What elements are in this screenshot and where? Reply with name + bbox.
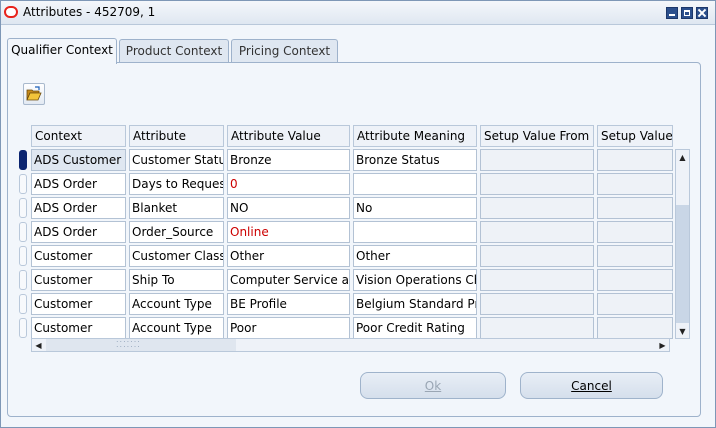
table-cell[interactable]: Belgium Standard Pr: [353, 293, 477, 315]
table-cell[interactable]: [480, 197, 594, 219]
column-header[interactable]: Attribute Meaning: [353, 125, 477, 147]
window-title: Attributes - 452709, 1: [23, 5, 156, 19]
table-cell[interactable]: Ship To: [129, 269, 224, 291]
table-cell[interactable]: [480, 245, 594, 267]
table-cell[interactable]: Account Type: [129, 293, 224, 315]
oracle-app-icon: [4, 6, 18, 18]
table-cell[interactable]: Customer Status: [129, 149, 224, 171]
table-cell[interactable]: Online: [227, 221, 350, 243]
table-cell[interactable]: [597, 245, 673, 267]
table-cell[interactable]: Order_Source: [129, 221, 224, 243]
table-cell[interactable]: Customer: [31, 317, 126, 339]
row-indicator[interactable]: [19, 222, 27, 242]
row-indicator[interactable]: [19, 246, 27, 266]
row-indicator[interactable]: [19, 174, 27, 194]
column-header[interactable]: Attribute Value: [227, 125, 350, 147]
table-cell[interactable]: [480, 317, 594, 339]
table-cell[interactable]: Poor Credit Rating: [353, 317, 477, 339]
table-cell[interactable]: [597, 293, 673, 315]
table-cell[interactable]: [480, 173, 594, 195]
scroll-up-icon[interactable]: ▲: [676, 151, 689, 164]
folder-open-icon: [26, 86, 42, 101]
table-cell[interactable]: Customer: [31, 245, 126, 267]
minimize-icon[interactable]: [666, 7, 678, 19]
column-header[interactable]: Context: [31, 125, 126, 147]
column-header[interactable]: Setup Value: [597, 125, 673, 147]
table-cell[interactable]: [480, 293, 594, 315]
table-cell[interactable]: Bronze Status: [353, 149, 477, 171]
row-indicator[interactable]: [19, 318, 27, 338]
table-cell[interactable]: NO: [227, 197, 350, 219]
table-cell[interactable]: Bronze: [227, 149, 350, 171]
table-cell[interactable]: Customer: [31, 293, 126, 315]
close-icon[interactable]: [696, 7, 708, 19]
row-indicator[interactable]: [19, 150, 27, 170]
table-cell[interactable]: Blanket: [129, 197, 224, 219]
table-cell[interactable]: Customer Class: [129, 245, 224, 267]
cancel-button[interactable]: Cancel: [520, 372, 663, 399]
table-cell[interactable]: ADS Customer: [31, 149, 126, 171]
table-cell[interactable]: ADS Order: [31, 221, 126, 243]
table-cell[interactable]: No: [353, 197, 477, 219]
table-cell[interactable]: Poor: [227, 317, 350, 339]
table-cell[interactable]: Other: [353, 245, 477, 267]
table-cell[interactable]: Other: [227, 245, 350, 267]
maximize-icon[interactable]: [681, 7, 693, 19]
table-cell[interactable]: [597, 317, 673, 339]
table-cell[interactable]: 0: [227, 173, 350, 195]
scroll-right-icon[interactable]: ▶: [656, 339, 669, 352]
tab-product-context[interactable]: Product Context: [119, 39, 229, 63]
table-cell[interactable]: [353, 221, 477, 243]
vertical-scroll-thumb[interactable]: [676, 205, 689, 323]
table-cell[interactable]: [353, 173, 477, 195]
horizontal-scroll-thumb[interactable]: ⁚⁚⁚⁚⁚⁚⁚: [46, 339, 236, 351]
table-cell[interactable]: [597, 197, 673, 219]
table-cell[interactable]: [480, 149, 594, 171]
table-cell[interactable]: [597, 149, 673, 171]
table-cell[interactable]: [597, 221, 673, 243]
column-header[interactable]: Attribute: [129, 125, 224, 147]
table-cell[interactable]: Days to Request: [129, 173, 224, 195]
table-cell[interactable]: Computer Service and Rentals: [227, 269, 350, 291]
open-folder-button[interactable]: [23, 83, 45, 105]
table-cell[interactable]: [480, 221, 594, 243]
tab-pricing-context[interactable]: Pricing Context: [231, 39, 338, 63]
row-indicator[interactable]: [19, 270, 27, 290]
tab-qualifier-context[interactable]: Qualifier Context: [7, 38, 117, 64]
column-header[interactable]: Setup Value From: [480, 125, 594, 147]
table-cell[interactable]: [597, 269, 673, 291]
row-indicator[interactable]: [19, 294, 27, 314]
horizontal-scrollbar[interactable]: ◀ ⁚⁚⁚⁚⁚⁚⁚ ▶: [31, 338, 670, 352]
scroll-left-icon[interactable]: ◀: [32, 339, 45, 352]
table-cell[interactable]: Account Type: [129, 317, 224, 339]
table-cell[interactable]: ADS Order: [31, 197, 126, 219]
table-cell[interactable]: [480, 269, 594, 291]
table-cell[interactable]: Customer: [31, 269, 126, 291]
table-cell[interactable]: Vision Operations Ch: [353, 269, 477, 291]
table-cell[interactable]: [597, 173, 673, 195]
title-bar: Attributes - 452709, 1: [1, 1, 715, 25]
table-cell[interactable]: BE Profile: [227, 293, 350, 315]
ok-button[interactable]: Ok: [360, 372, 506, 399]
table-cell[interactable]: ADS Order: [31, 173, 126, 195]
row-indicator[interactable]: [19, 198, 27, 218]
scroll-down-icon[interactable]: ▼: [676, 325, 689, 338]
vertical-scrollbar[interactable]: ▲ ▼: [675, 149, 690, 339]
